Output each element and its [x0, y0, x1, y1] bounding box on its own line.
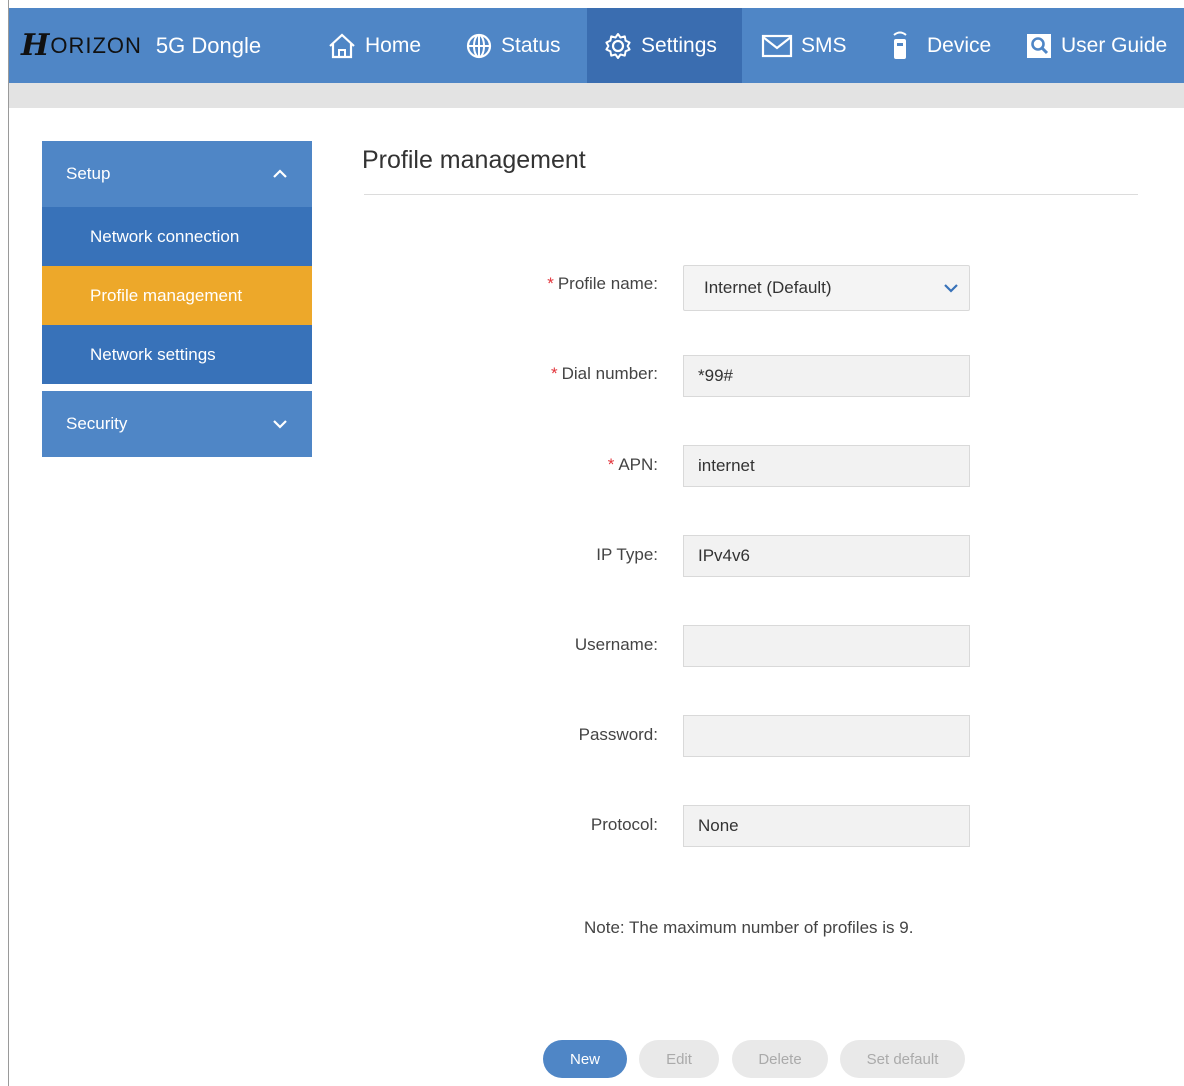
nav-status[interactable]: Status: [465, 8, 561, 83]
title-divider: [364, 194, 1138, 195]
chevron-up-icon: [273, 169, 287, 178]
nav-home[interactable]: Home: [327, 8, 421, 83]
username-input[interactable]: [698, 626, 969, 666]
nav-user-guide-label: User Guide: [1061, 33, 1168, 57]
ip-type-field[interactable]: [683, 535, 970, 577]
nav-device-label: Device: [927, 33, 992, 57]
ip-type-label: IP Type:: [596, 545, 658, 564]
window-frame: [8, 0, 9, 1086]
sidebar-item-label: Network connection: [90, 226, 240, 246]
sidebar-item-network-connection[interactable]: Network connection: [42, 207, 312, 266]
password-input[interactable]: [698, 716, 969, 756]
search-icon: [1027, 33, 1051, 58]
sidebar-item-network-settings[interactable]: Network settings: [42, 325, 312, 384]
password-label: Password:: [578, 725, 658, 744]
edit-button[interactable]: Edit: [639, 1040, 719, 1078]
protocol-input[interactable]: [698, 806, 969, 846]
delete-button[interactable]: Delete: [732, 1040, 828, 1078]
profile-name-select[interactable]: Internet (Default): [683, 265, 970, 311]
chevron-down-icon: [944, 284, 958, 293]
set-default-button[interactable]: Set default: [840, 1040, 965, 1078]
apn-field[interactable]: [683, 445, 970, 487]
nav-sms[interactable]: SMS: [761, 8, 847, 83]
nav-sms-label: SMS: [801, 33, 847, 57]
protocol-field[interactable]: [683, 805, 970, 847]
sidebar-group-setup[interactable]: Setup: [42, 141, 312, 207]
required-mark: *: [547, 274, 554, 293]
sidebar: Setup Network connection Profile managem…: [42, 141, 312, 457]
apn-label: * APN:: [607, 455, 658, 474]
sidebar-item-label: Profile management: [90, 285, 243, 305]
top-navigation-bar: H ORIZON 5G Dongle Home Status Settings …: [9, 8, 1184, 83]
nav-status-label: Status: [501, 33, 561, 57]
sidebar-divider: [42, 384, 312, 391]
brand-logo: H: [21, 28, 49, 63]
brand-name: ORIZON: [50, 32, 142, 58]
chevron-down-icon: [273, 420, 287, 429]
ip-type-input[interactable]: [698, 536, 969, 576]
password-field[interactable]: [683, 715, 970, 757]
envelope-icon: [761, 34, 793, 57]
dial-number-label: * Dial number:: [551, 364, 658, 383]
sidebar-item-profile-management[interactable]: Profile management: [42, 266, 312, 325]
required-mark: *: [551, 364, 558, 383]
username-label: Username:: [574, 635, 658, 654]
device-icon: [893, 31, 907, 59]
sidebar-group-security[interactable]: Security: [42, 391, 312, 457]
gear-icon: [605, 32, 631, 59]
nav-home-label: Home: [365, 33, 422, 57]
home-icon: [329, 33, 355, 58]
nav-settings-label: Settings: [641, 33, 717, 57]
sidebar-group-label: Security: [66, 414, 128, 433]
nav-settings[interactable]: Settings: [587, 8, 742, 83]
globe-icon: [466, 33, 492, 58]
profile-name-label: * Profile name:: [547, 274, 658, 293]
brand: H ORIZON 5G Dongle: [21, 8, 261, 83]
profile-limit-note: Note: The maximum number of profiles is …: [584, 918, 914, 937]
nav-device[interactable]: Device: [887, 8, 991, 83]
page-title: Profile management: [362, 146, 586, 174]
brand-model: 5G Dongle: [155, 32, 262, 58]
profile-name-value: Internet (Default): [704, 278, 832, 297]
dial-number-field[interactable]: [683, 355, 970, 397]
username-field[interactable]: [683, 625, 970, 667]
dial-number-input[interactable]: [698, 356, 969, 396]
new-button[interactable]: New: [543, 1040, 627, 1078]
nav-user-guide[interactable]: User Guide: [1025, 8, 1167, 83]
apn-input[interactable]: [698, 446, 969, 486]
sidebar-item-label: Network settings: [90, 344, 216, 364]
header-divider: [9, 83, 1184, 108]
sidebar-group-label: Setup: [66, 164, 111, 183]
protocol-label: Protocol:: [590, 815, 658, 834]
required-mark: *: [607, 455, 615, 474]
